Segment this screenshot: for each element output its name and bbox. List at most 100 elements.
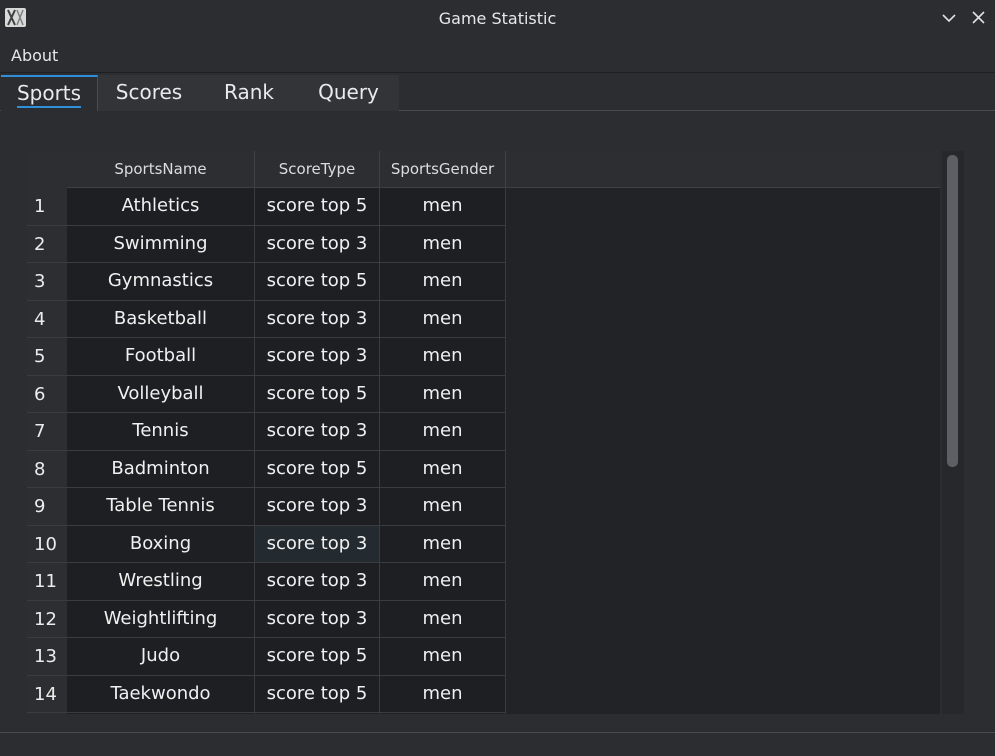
cell-score-type[interactable]: score top 3 bbox=[255, 225, 380, 263]
cell-sports-name[interactable]: Gymnastics bbox=[67, 263, 255, 301]
cell-sports-name[interactable]: Badminton bbox=[67, 450, 255, 488]
cell-sports-gender[interactable] bbox=[380, 713, 506, 714]
table-row[interactable]: 4 Basketball score top 3 men bbox=[27, 300, 940, 338]
tab-rank[interactable]: Rank bbox=[200, 75, 298, 111]
cell-sports-name[interactable]: Volleyball bbox=[67, 375, 255, 413]
cell-score-type[interactable]: score top 5 bbox=[255, 375, 380, 413]
cell-sports-name[interactable] bbox=[67, 713, 255, 714]
table-row[interactable]: 14 Taekwondo score top 5 men bbox=[27, 675, 940, 713]
cell-score-type[interactable]: score top 3 bbox=[255, 600, 380, 638]
cell-sports-name[interactable]: Swimming bbox=[67, 225, 255, 263]
cell-score-type[interactable]: score top 3 bbox=[255, 525, 380, 563]
cell-score-type[interactable]: score top 5 bbox=[255, 638, 380, 676]
vertical-scrollbar[interactable] bbox=[940, 151, 966, 714]
cell-sports-gender[interactable]: men bbox=[380, 675, 506, 713]
cell-sports-name[interactable]: Boxing bbox=[67, 525, 255, 563]
status-bar bbox=[0, 732, 995, 756]
table-row[interactable]: 11 Wrestling score top 3 men bbox=[27, 563, 940, 601]
tab-label: Query bbox=[318, 80, 379, 104]
tab-query[interactable]: Query bbox=[298, 75, 399, 111]
window-title: Game Statistic bbox=[438, 9, 557, 28]
cell-score-type[interactable]: score top 5 bbox=[255, 675, 380, 713]
row-header[interactable]: 11 bbox=[27, 563, 67, 601]
cell-sports-gender[interactable]: men bbox=[380, 225, 506, 263]
cell-score-type[interactable]: score top 3 bbox=[255, 413, 380, 451]
close-button[interactable] bbox=[969, 8, 989, 28]
tab-label: Scores bbox=[115, 80, 183, 104]
cell-sports-gender[interactable]: men bbox=[380, 188, 506, 226]
cell-sports-name[interactable]: Athletics bbox=[67, 188, 255, 226]
row-header[interactable]: 12 bbox=[27, 600, 67, 638]
column-header-sports-name[interactable]: SportsName bbox=[67, 151, 255, 188]
table-row[interactable]: 9 Table Tennis score top 3 men bbox=[27, 488, 940, 526]
row-header[interactable]: 6 bbox=[27, 375, 67, 413]
table-row[interactable]: 1 Athletics score top 5 men bbox=[27, 188, 940, 226]
table-row[interactable]: 8 Badminton score top 5 men bbox=[27, 450, 940, 488]
tab-label: Sports bbox=[16, 81, 82, 108]
row-header[interactable]: 8 bbox=[27, 450, 67, 488]
cell-score-type[interactable]: score top 5 bbox=[255, 188, 380, 226]
scrollbar-thumb[interactable] bbox=[947, 155, 958, 467]
sports-table[interactable]: SportsName ScoreType SportsGender 1 Athl… bbox=[27, 151, 940, 714]
cell-sports-name[interactable]: Tennis bbox=[67, 413, 255, 451]
table-row[interactable] bbox=[27, 713, 940, 714]
table-row[interactable]: 5 Football score top 3 men bbox=[27, 338, 940, 376]
row-header[interactable]: 3 bbox=[27, 263, 67, 301]
close-icon bbox=[972, 11, 985, 24]
chevron-down-icon bbox=[942, 14, 956, 23]
cell-score-type[interactable] bbox=[255, 713, 380, 714]
cell-score-type[interactable]: score top 3 bbox=[255, 300, 380, 338]
column-header-sports-gender[interactable]: SportsGender bbox=[380, 151, 506, 188]
table-row[interactable]: 6 Volleyball score top 5 men bbox=[27, 375, 940, 413]
row-header[interactable]: 1 bbox=[27, 188, 67, 226]
cell-sports-name[interactable]: Table Tennis bbox=[67, 488, 255, 526]
table-body: 1 Athletics score top 5 men 2 Swimming s… bbox=[27, 188, 940, 714]
cell-sports-name[interactable]: Taekwondo bbox=[67, 675, 255, 713]
menu-about[interactable]: About bbox=[11, 46, 58, 65]
table-corner-button[interactable] bbox=[27, 151, 67, 188]
cell-score-type[interactable]: score top 3 bbox=[255, 563, 380, 601]
row-header[interactable]: 7 bbox=[27, 413, 67, 451]
table-row[interactable]: 3 Gymnastics score top 5 men bbox=[27, 263, 940, 301]
cell-sports-gender[interactable]: men bbox=[380, 600, 506, 638]
column-header-filler bbox=[506, 151, 940, 188]
table-row[interactable]: 2 Swimming score top 3 men bbox=[27, 225, 940, 263]
tab-label: Rank bbox=[224, 80, 274, 104]
cell-sports-gender[interactable]: men bbox=[380, 413, 506, 451]
cell-sports-gender[interactable]: men bbox=[380, 488, 506, 526]
cell-sports-gender[interactable]: men bbox=[380, 338, 506, 376]
cell-sports-gender[interactable]: men bbox=[380, 450, 506, 488]
row-header[interactable]: 13 bbox=[27, 638, 67, 676]
row-header[interactable]: 5 bbox=[27, 338, 67, 376]
table-row[interactable]: 7 Tennis score top 3 men bbox=[27, 413, 940, 451]
row-header[interactable]: 2 bbox=[27, 225, 67, 263]
row-header[interactable] bbox=[27, 713, 67, 714]
row-header[interactable]: 9 bbox=[27, 488, 67, 526]
column-header-score-type[interactable]: ScoreType bbox=[255, 151, 380, 188]
row-header[interactable]: 4 bbox=[27, 300, 67, 338]
row-header[interactable]: 14 bbox=[27, 675, 67, 713]
cell-sports-name[interactable]: Weightlifting bbox=[67, 600, 255, 638]
cell-sports-gender[interactable]: men bbox=[380, 263, 506, 301]
table-row[interactable]: 12 Weightlifting score top 3 men bbox=[27, 600, 940, 638]
tab-scores[interactable]: Scores bbox=[98, 75, 200, 111]
minimize-button[interactable] bbox=[939, 8, 959, 28]
cell-sports-name[interactable]: Wrestling bbox=[67, 563, 255, 601]
cell-sports-name[interactable]: Basketball bbox=[67, 300, 255, 338]
cell-sports-gender[interactable]: men bbox=[380, 638, 506, 676]
cell-sports-name[interactable]: Judo bbox=[67, 638, 255, 676]
cell-sports-gender[interactable]: men bbox=[380, 300, 506, 338]
cell-score-type[interactable]: score top 5 bbox=[255, 263, 380, 301]
cell-score-type[interactable]: score top 3 bbox=[255, 488, 380, 526]
table-row[interactable]: 10 Boxing score top 3 men bbox=[27, 525, 940, 563]
cell-sports-name[interactable]: Football bbox=[67, 338, 255, 376]
tab-bar: Sports Scores Rank Query bbox=[0, 74, 995, 111]
tab-sports[interactable]: Sports bbox=[1, 75, 98, 111]
cell-sports-gender[interactable]: men bbox=[380, 375, 506, 413]
cell-sports-gender[interactable]: men bbox=[380, 525, 506, 563]
table-row[interactable]: 13 Judo score top 5 men bbox=[27, 638, 940, 676]
row-header[interactable]: 10 bbox=[27, 525, 67, 563]
cell-score-type[interactable]: score top 5 bbox=[255, 450, 380, 488]
cell-sports-gender[interactable]: men bbox=[380, 563, 506, 601]
cell-score-type[interactable]: score top 3 bbox=[255, 338, 380, 376]
